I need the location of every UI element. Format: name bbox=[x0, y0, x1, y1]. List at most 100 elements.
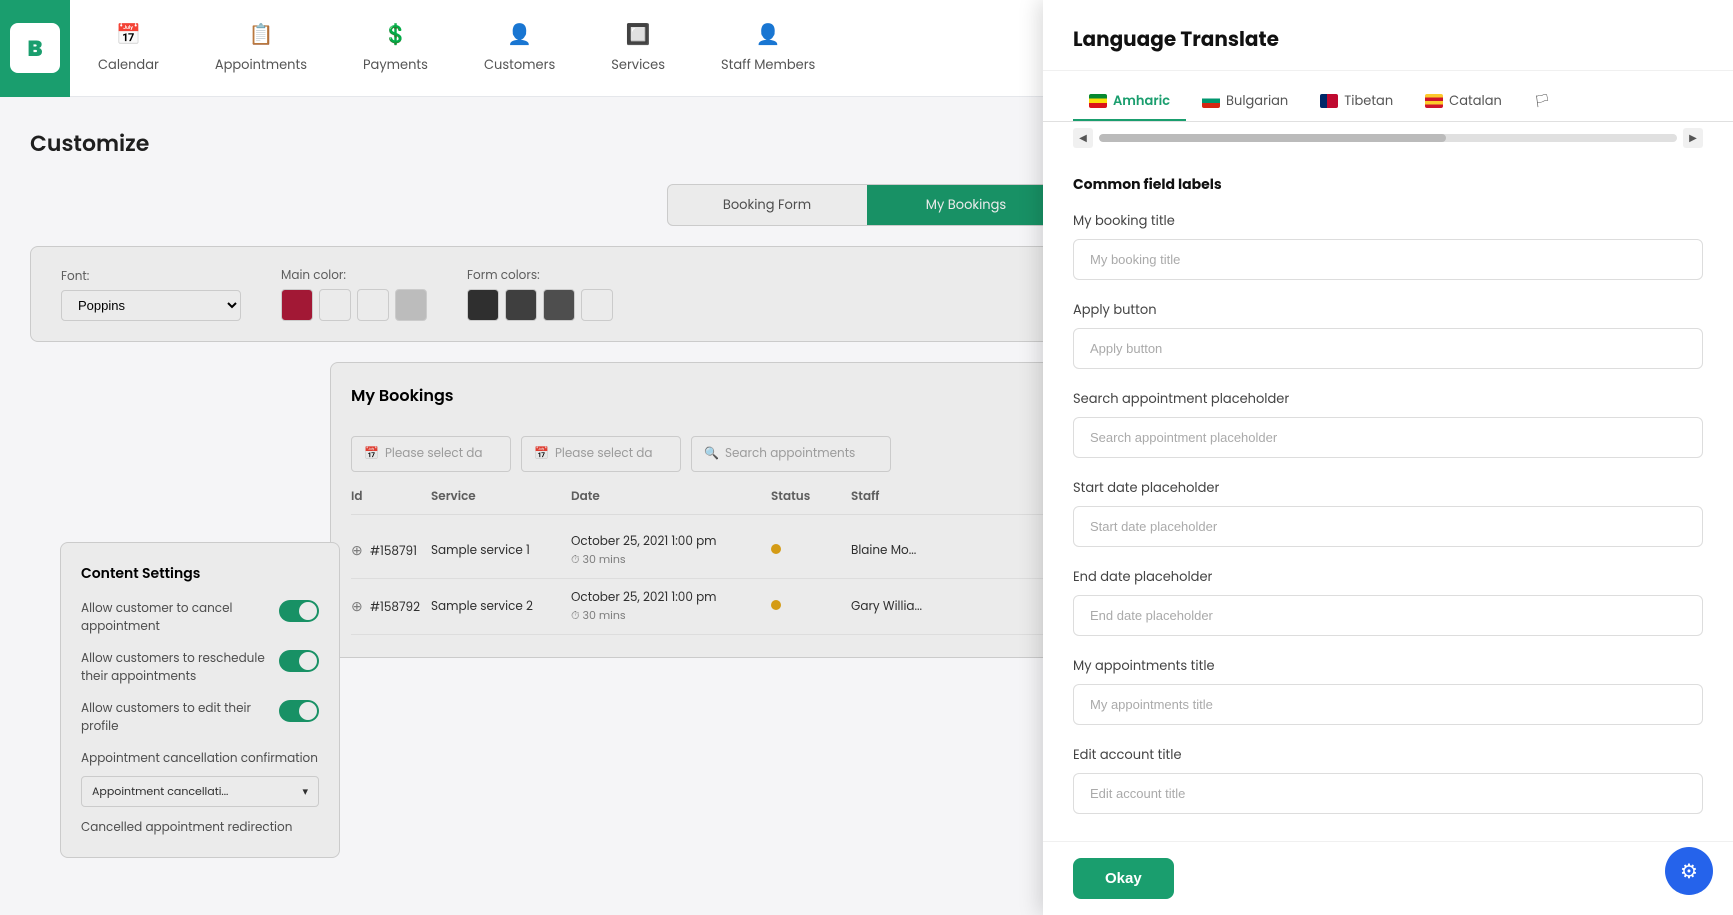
field-input-edit-account[interactable] bbox=[1073, 773, 1703, 814]
start-date-filter[interactable]: 📅 Please select da bbox=[351, 436, 511, 472]
field-label-6: Edit account title bbox=[1073, 745, 1703, 765]
main-color-swatch[interactable] bbox=[281, 289, 313, 321]
okay-button[interactable]: Okay bbox=[1073, 858, 1174, 899]
field-input-apply-button[interactable] bbox=[1073, 328, 1703, 369]
color-swatch-gray[interactable] bbox=[395, 289, 427, 321]
field-apply-button: Apply button bbox=[1073, 300, 1703, 369]
logo-icon: B bbox=[10, 23, 60, 73]
nav-item-staff-members[interactable]: 👤 Staff Members bbox=[693, 0, 843, 96]
field-edit-account: Edit account title bbox=[1073, 745, 1703, 814]
toggle-edit-label: Allow customers to edit their profile bbox=[81, 700, 269, 736]
nav-item-appointments[interactable]: 📋 Appointments bbox=[187, 0, 335, 96]
color-swatch-white[interactable] bbox=[319, 289, 351, 321]
scroll-track[interactable] bbox=[1099, 134, 1677, 142]
nav-label-payments: Payments bbox=[363, 55, 428, 75]
scroll-left-arrow[interactable]: ◀ bbox=[1073, 128, 1093, 148]
nav-item-calendar[interactable]: 📅 Calendar bbox=[70, 0, 187, 96]
cancellation-dropdown[interactable]: Appointment cancellati... ▾ bbox=[81, 776, 319, 807]
nav-label-appointments: Appointments bbox=[215, 55, 307, 75]
field-input-appointments-title[interactable] bbox=[1073, 684, 1703, 725]
row1-date: October 25, 2021 1:00 pm ⏱ 30 mins bbox=[571, 533, 771, 568]
field-input-my-booking-title[interactable] bbox=[1073, 239, 1703, 280]
form-colors-group: Form colors: bbox=[467, 267, 613, 321]
panel-content: Common field labels My booking title App… bbox=[1043, 154, 1733, 915]
lang-tab-tibetan[interactable]: Tibetan bbox=[1304, 83, 1409, 121]
panel-header: Language Translate bbox=[1043, 0, 1733, 71]
end-date-text: Please select da bbox=[555, 445, 653, 463]
customers-icon: 👤 bbox=[507, 19, 532, 49]
field-label-2: Search appointment placeholder bbox=[1073, 389, 1703, 409]
scroll-thumb bbox=[1099, 134, 1446, 142]
font-group: Font: Poppins bbox=[61, 268, 241, 321]
row2-status bbox=[771, 598, 851, 616]
bookings-title: My Bookings bbox=[351, 383, 454, 408]
field-input-search-placeholder[interactable] bbox=[1073, 417, 1703, 458]
lang-tab-amharic[interactable]: Amharic bbox=[1073, 83, 1186, 121]
services-icon: 🔲 bbox=[626, 19, 651, 49]
flag-amharic bbox=[1089, 94, 1107, 108]
toggle-cancel-label: Allow customer to cancel appointment bbox=[81, 600, 269, 636]
nav-item-customers[interactable]: 👤 Customers bbox=[456, 0, 583, 96]
main-color-row bbox=[281, 289, 427, 321]
field-my-booking-title: My booking title bbox=[1073, 211, 1703, 280]
toggle-reschedule: Allow customers to reschedule their appo… bbox=[81, 650, 319, 686]
tab-booking-form[interactable]: Booking Form bbox=[668, 185, 867, 225]
end-date-filter[interactable]: 📅 Please select da bbox=[521, 436, 681, 472]
content-settings-card: Content Settings Allow customer to cance… bbox=[60, 542, 340, 858]
calendar-icon: 📅 bbox=[116, 19, 141, 49]
right-panel: Language Translate Amharic Bulgarian Tib… bbox=[1043, 0, 1733, 915]
field-label-3: Start date placeholder bbox=[1073, 478, 1703, 498]
row2-staff: Gary Willia... bbox=[851, 598, 971, 616]
font-label: Font: bbox=[61, 268, 241, 286]
nav-label-services: Services bbox=[611, 55, 665, 75]
form-color-row bbox=[467, 289, 613, 321]
lang-tab-more[interactable]: 🏳 bbox=[1518, 83, 1567, 121]
field-input-end-date[interactable] bbox=[1073, 595, 1703, 636]
row2-service: Sample service 2 bbox=[431, 598, 571, 616]
row1-status bbox=[771, 542, 851, 560]
field-label-4: End date placeholder bbox=[1073, 567, 1703, 587]
form-color-dark[interactable] bbox=[467, 289, 499, 321]
search-filter[interactable]: 🔍 Search appointments bbox=[691, 436, 891, 472]
view-tabs: Booking Form My Bookings bbox=[667, 184, 1067, 226]
nav-logo[interactable]: B bbox=[0, 0, 70, 97]
lang-label-bulgarian: Bulgarian bbox=[1226, 91, 1288, 111]
help-button[interactable]: ⚙ bbox=[1665, 847, 1713, 895]
nav-item-payments[interactable]: 💲 Payments bbox=[335, 0, 456, 96]
nav-label-calendar: Calendar bbox=[98, 55, 159, 75]
payments-icon: 💲 bbox=[383, 19, 408, 49]
field-appointments-title: My appointments title bbox=[1073, 656, 1703, 725]
panel-title: Language Translate bbox=[1073, 24, 1703, 54]
staff-icon: 👤 bbox=[756, 19, 781, 49]
font-select[interactable]: Poppins bbox=[61, 290, 241, 321]
scroll-right-arrow[interactable]: ▶ bbox=[1683, 128, 1703, 148]
nav-item-services[interactable]: 🔲 Services bbox=[583, 0, 693, 96]
toggle-reschedule-switch[interactable] bbox=[279, 650, 319, 672]
field-label-5: My appointments title bbox=[1073, 656, 1703, 676]
flag-bulgarian bbox=[1202, 94, 1220, 108]
toggle-edit-switch[interactable] bbox=[279, 700, 319, 722]
col-header-id: Id bbox=[351, 488, 431, 506]
form-color-white[interactable] bbox=[581, 289, 613, 321]
lang-tab-bulgarian[interactable]: Bulgarian bbox=[1186, 83, 1304, 121]
tab-my-bookings[interactable]: My Bookings bbox=[867, 185, 1066, 225]
row2-date: October 25, 2021 1:00 pm ⏱ 30 mins bbox=[571, 589, 771, 624]
appointments-icon: 📋 bbox=[248, 19, 273, 49]
toggle-reschedule-label: Allow customers to reschedule their appo… bbox=[81, 650, 269, 686]
field-label-1: Apply button bbox=[1073, 300, 1703, 320]
field-end-date: End date placeholder bbox=[1073, 567, 1703, 636]
form-color-dark2[interactable] bbox=[505, 289, 537, 321]
panel-footer: Okay bbox=[1043, 841, 1733, 915]
lang-tab-catalan[interactable]: Catalan bbox=[1409, 83, 1518, 121]
lang-label-catalan: Catalan bbox=[1449, 91, 1502, 111]
form-color-dark3[interactable] bbox=[543, 289, 575, 321]
color-swatch-white2[interactable] bbox=[357, 289, 389, 321]
section-title: Common field labels bbox=[1073, 174, 1703, 195]
toggle-cancel-switch[interactable] bbox=[279, 600, 319, 622]
row1-service: Sample service 1 bbox=[431, 542, 571, 560]
toggle-edit-profile: Allow customers to edit their profile bbox=[81, 700, 319, 736]
redirect-label: Cancelled appointment redirection bbox=[81, 819, 319, 837]
col-header-status: Status bbox=[771, 488, 851, 506]
field-input-start-date[interactable] bbox=[1073, 506, 1703, 547]
col-header-date: Date bbox=[571, 488, 771, 506]
